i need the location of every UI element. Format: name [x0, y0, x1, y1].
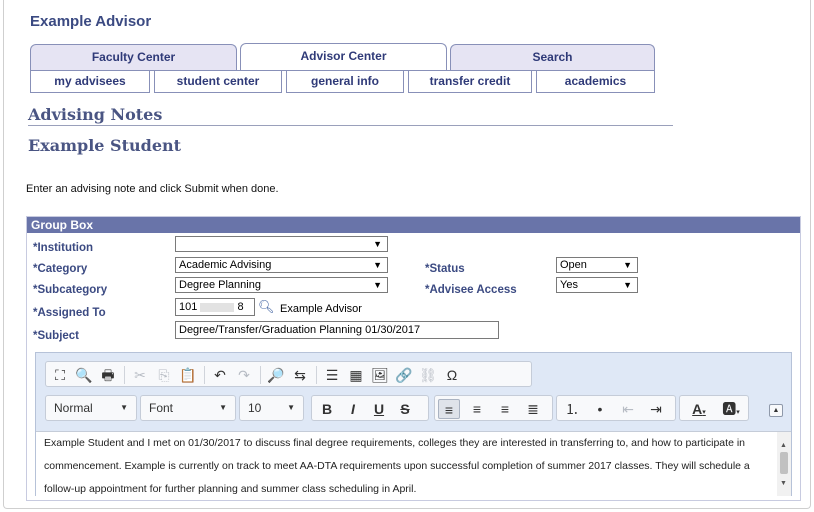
align-right-icon[interactable]: ≡: [494, 399, 516, 419]
background-color-icon[interactable]: 🅰▾: [716, 399, 746, 419]
assigned-to-id-suffix: 8: [237, 301, 244, 313]
align-center-icon[interactable]: ≡: [466, 399, 488, 419]
editor-toolbar-lists: ⒈ • ⇤ ⇥: [556, 395, 676, 421]
subcategory-value: Degree Planning: [179, 279, 261, 291]
assigned-to-id-prefix: 101: [179, 301, 198, 313]
numbered-list-icon[interactable]: ⒈: [561, 399, 583, 419]
dropdown-arrow-icon: ▼: [623, 280, 632, 290]
tab-search[interactable]: Search: [450, 44, 655, 70]
assigned-to-input[interactable]: 101 8: [175, 298, 255, 316]
institution-select[interactable]: ▼: [175, 236, 388, 252]
cut-icon[interactable]: ✂: [129, 365, 151, 385]
editor-toolbar-align: ≡ ≡ ≡ ≣: [434, 395, 553, 421]
subtab-general-info[interactable]: general info: [286, 71, 404, 93]
font-combo[interactable]: Font ▼: [140, 395, 236, 421]
editor-scrollbar[interactable]: ▲ ▼: [777, 432, 791, 496]
category-value: Academic Advising: [179, 259, 272, 271]
copy-icon[interactable]: ⎘: [153, 365, 175, 385]
align-left-icon[interactable]: ≡: [438, 399, 460, 419]
underline-icon[interactable]: U: [368, 399, 390, 419]
student-name: Example Student: [28, 136, 182, 155]
paste-icon[interactable]: 📋: [177, 365, 199, 385]
font-value: Font: [149, 401, 174, 415]
status-value: Open: [560, 259, 587, 271]
chevron-down-icon: ▼: [287, 403, 295, 412]
group-box-title: Group Box: [27, 217, 800, 233]
category-select[interactable]: Academic Advising ▼: [175, 257, 388, 273]
strikethrough-icon[interactable]: S: [394, 399, 416, 419]
toolbar-separator: [204, 366, 205, 384]
toolbar-separator: [260, 366, 261, 384]
editor-toolbar-basic-styles: B I U S: [311, 395, 429, 421]
link-icon[interactable]: 🔗: [393, 365, 415, 385]
rich-text-editor: ⛶ 🔍 🖶 ✂ ⎘ 📋 ↶ ↷ 🔎 ⇆ ☰ ▦ 🖼 🔗 ⛓ Ω Normal ▼: [35, 352, 792, 496]
image-icon[interactable]: 🖼: [369, 365, 391, 385]
advisee-access-value: Yes: [560, 279, 578, 291]
assigned-to-label: *Assigned To: [33, 307, 106, 319]
lookup-search-icon[interactable]: 🔍︎: [258, 299, 275, 315]
dropdown-arrow-icon: ▼: [373, 280, 382, 290]
find-icon[interactable]: 🔎: [265, 365, 287, 385]
bold-icon[interactable]: B: [316, 399, 338, 419]
table-icon[interactable]: ▦: [345, 365, 367, 385]
chevron-down-icon: ▼: [120, 403, 128, 412]
subtab-academics[interactable]: academics: [536, 71, 655, 93]
sub-tabs: my advisees student center general info …: [30, 70, 655, 93]
unlink-icon[interactable]: ⛓: [417, 365, 439, 385]
app-title: Example Advisor: [30, 13, 152, 30]
dropdown-arrow-icon: ▼: [623, 260, 632, 270]
size-combo[interactable]: 10 ▼: [239, 395, 304, 421]
subcategory-select[interactable]: Degree Planning ▼: [175, 277, 388, 293]
horizontal-line-icon[interactable]: ☰: [321, 365, 343, 385]
print-icon[interactable]: 🖶: [97, 365, 119, 385]
replace-icon[interactable]: ⇆: [289, 365, 311, 385]
toolbar-separator: [124, 366, 125, 384]
font-color-icon[interactable]: A▾: [684, 399, 714, 419]
subtab-student-center[interactable]: student center: [154, 71, 282, 93]
indent-icon[interactable]: ⇥: [645, 399, 667, 419]
dropdown-arrow-icon: ▼: [373, 260, 382, 270]
category-label: *Category: [33, 263, 88, 275]
outdent-icon[interactable]: ⇤: [617, 399, 639, 419]
undo-icon[interactable]: ↶: [209, 365, 231, 385]
institution-label: *Institution: [33, 242, 94, 254]
advisee-access-label: *Advisee Access: [425, 284, 517, 296]
scrollbar-thumb[interactable]: [780, 452, 788, 474]
special-char-icon[interactable]: Ω: [441, 365, 463, 385]
group-box: Group Box *Institution ▼ *Category Acade…: [26, 216, 801, 501]
scroll-down-icon[interactable]: ▼: [780, 472, 787, 495]
format-combo[interactable]: Normal ▼: [45, 395, 137, 421]
status-label: *Status: [425, 263, 465, 275]
tab-advisor-center[interactable]: Advisor Center: [240, 43, 447, 71]
note-body-text: Example Student and I met on 01/30/2017 …: [44, 437, 750, 495]
tab-faculty-center[interactable]: Faculty Center: [30, 44, 237, 70]
editor-toolbar-row1: ⛶ 🔍 🖶 ✂ ⎘ 📋 ↶ ↷ 🔎 ⇆ ☰ ▦ 🖼 🔗 ⛓ Ω: [45, 361, 532, 387]
italic-icon[interactable]: I: [342, 399, 364, 419]
instructions-text: Enter an advising note and click Submit …: [26, 183, 279, 195]
advisee-access-select[interactable]: Yes ▼: [556, 277, 638, 293]
bulleted-list-icon[interactable]: •: [589, 399, 611, 419]
toolbar-separator: [316, 366, 317, 384]
maximize-icon[interactable]: ⛶: [49, 365, 71, 385]
subtab-my-advisees[interactable]: my advisees: [30, 71, 150, 93]
redo-icon[interactable]: ↷: [233, 365, 255, 385]
redacted-id: [200, 302, 235, 312]
assigned-to-name: Example Advisor: [280, 303, 362, 315]
subtab-transfer-credit[interactable]: transfer credit: [408, 71, 532, 93]
subject-label: *Subject: [33, 330, 80, 342]
note-body-textarea[interactable]: Example Student and I met on 01/30/2017 …: [36, 431, 791, 496]
toolbar-collapse-icon[interactable]: ▲: [769, 404, 783, 417]
subject-input[interactable]: Degree/Transfer/Graduation Planning 01/3…: [175, 321, 499, 339]
justify-icon[interactable]: ≣: [522, 399, 544, 419]
size-value: 10: [248, 401, 262, 415]
status-select[interactable]: Open ▼: [556, 257, 638, 273]
dropdown-arrow-icon: ▼: [373, 239, 382, 249]
subcategory-label: *Subcategory: [33, 284, 108, 296]
chevron-down-icon: ▼: [219, 403, 227, 412]
editor-toolbar-colors: A▾ 🅰▾: [679, 395, 749, 421]
preview-icon[interactable]: 🔍: [73, 365, 95, 385]
page-heading: Advising Notes: [28, 105, 163, 124]
heading-divider: [28, 125, 673, 126]
format-value: Normal: [54, 401, 93, 415]
